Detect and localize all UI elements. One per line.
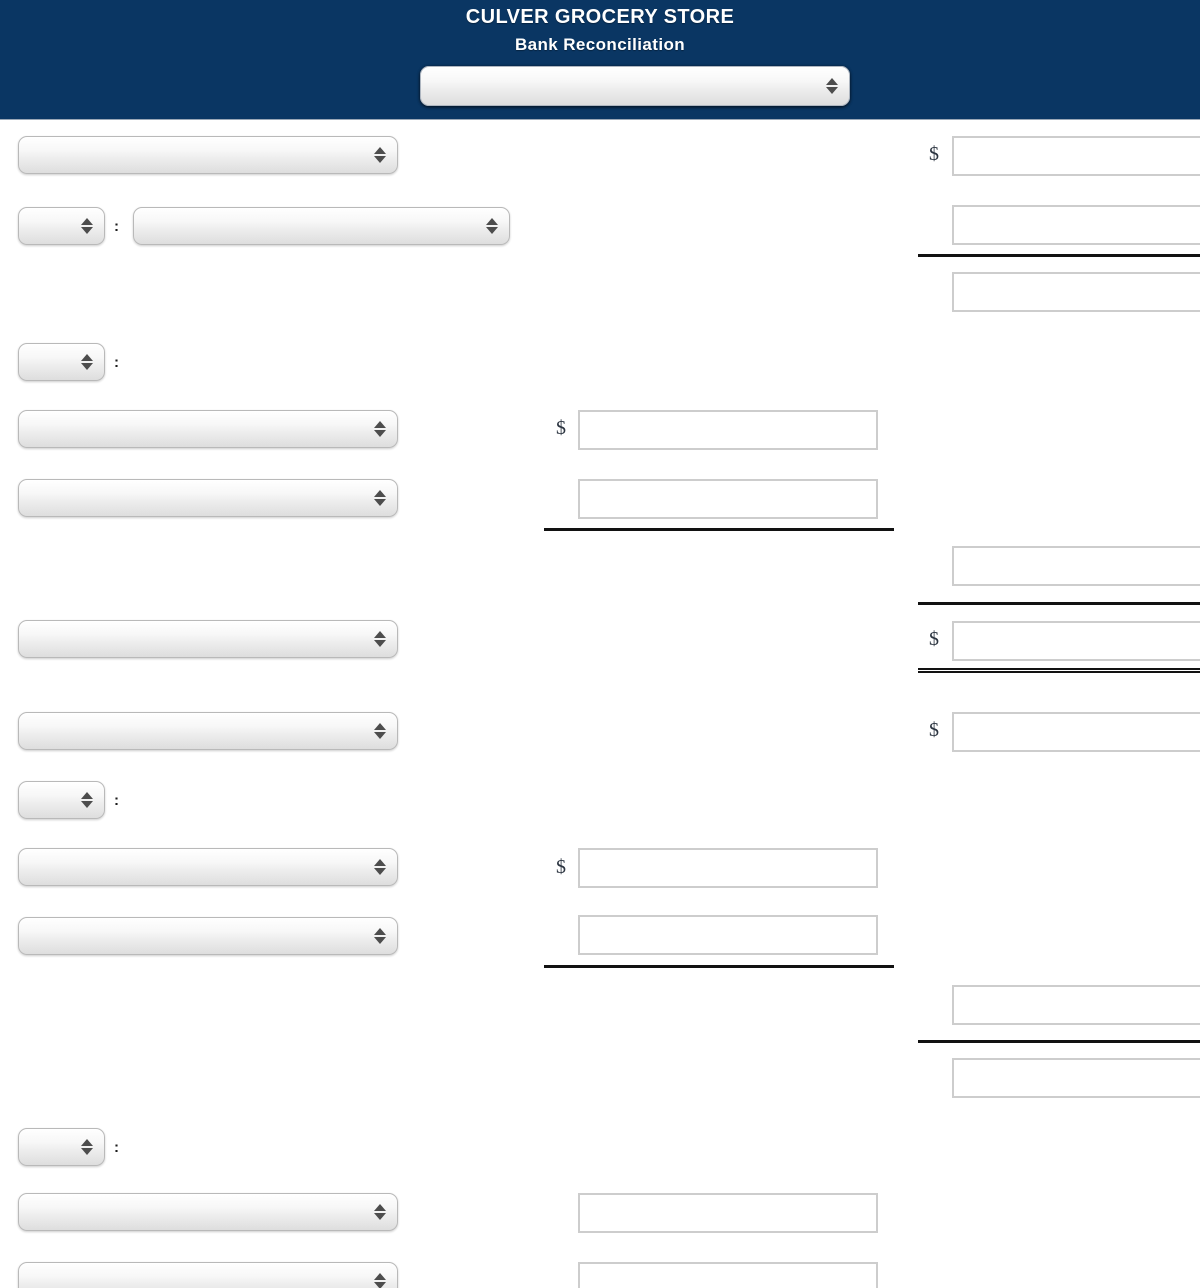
amount-right-add-total[interactable] [952, 546, 1200, 586]
amount-mid-add-detail-2[interactable] [578, 479, 878, 519]
worksheet-header: CULVER GROCERY STORE Bank Reconciliation [0, 0, 1200, 120]
up-down-arrows-icon [374, 856, 386, 878]
up-down-arrows-icon [81, 789, 93, 811]
up-down-arrows-icon [374, 720, 386, 742]
amount-mid-less-detail-1[interactable] [578, 848, 878, 888]
dollar-sign-right-adjusted-1: $ [929, 628, 939, 650]
select-subtotal-label[interactable] [18, 620, 398, 658]
up-down-arrows-icon [81, 351, 93, 373]
up-down-arrows-icon [374, 144, 386, 166]
company-name: CULVER GROCERY STORE [465, 6, 735, 28]
amount-right-adjusted-1[interactable] [952, 621, 1200, 661]
bank-reconciliation-worksheet: CULVER GROCERY STORE Bank Reconciliation… [0, 0, 1200, 1288]
right-rule-1 [918, 254, 1200, 257]
dollar-sign-mid-add-1: $ [556, 417, 566, 439]
select-bottom-detail-1[interactable] [18, 1193, 398, 1231]
colon-separator-2: : [114, 354, 119, 371]
amount-right-less-total[interactable] [952, 985, 1200, 1025]
amount-mid-bottom-detail-2[interactable] [578, 1262, 878, 1288]
select-add-item[interactable] [133, 207, 510, 245]
select-add-detail-1[interactable] [18, 410, 398, 448]
select-group-add-header[interactable] [18, 343, 105, 381]
up-down-arrows-icon [374, 1270, 386, 1288]
right-rule-2 [918, 602, 1200, 605]
up-down-arrows-icon [374, 1201, 386, 1223]
select-group-less-header[interactable] [18, 781, 105, 819]
period-select[interactable] [420, 66, 850, 106]
up-down-arrows-icon [374, 628, 386, 650]
select-group-bottom-header[interactable] [18, 1128, 105, 1166]
select-add-prefix[interactable] [18, 207, 105, 245]
up-down-arrows-icon [374, 925, 386, 947]
dollar-sign-right-book-balance: $ [929, 719, 939, 741]
mid-rule-2 [544, 965, 894, 968]
amount-mid-bottom-detail-1[interactable] [578, 1193, 878, 1233]
up-down-arrows-icon [81, 1136, 93, 1158]
select-less-detail-2[interactable] [18, 917, 398, 955]
select-bottom-detail-2[interactable] [18, 1262, 398, 1288]
amount-right-bank-balance[interactable] [952, 136, 1200, 176]
select-less-detail-1[interactable] [18, 848, 398, 886]
select-add-detail-2[interactable] [18, 479, 398, 517]
dollar-sign-mid-less-1: $ [556, 856, 566, 878]
up-down-arrows-icon [374, 487, 386, 509]
up-down-arrows-icon [486, 215, 498, 237]
amount-right-add-item[interactable] [952, 205, 1200, 245]
amount-right-adjusted-2[interactable] [952, 1058, 1200, 1098]
amount-right-book-balance[interactable] [952, 712, 1200, 752]
amount-right-subtotal-1[interactable] [952, 272, 1200, 312]
mid-rule-1 [544, 528, 894, 531]
select-adjusted-label[interactable] [18, 712, 398, 750]
colon-separator-1: : [114, 218, 119, 235]
statement-title: Bank Reconciliation [514, 35, 686, 54]
colon-separator-4: : [114, 1139, 119, 1156]
select-bank-balance-label[interactable] [18, 136, 398, 174]
dollar-sign-right-bank-balance: $ [929, 143, 939, 165]
up-down-arrows-icon [81, 215, 93, 237]
right-rule-3 [918, 1040, 1200, 1043]
amount-mid-add-detail-1[interactable] [578, 410, 878, 450]
colon-separator-3: : [114, 792, 119, 809]
amount-mid-less-detail-2[interactable] [578, 915, 878, 955]
right-rule-total-double [918, 668, 1200, 673]
up-down-arrows-icon [374, 418, 386, 440]
